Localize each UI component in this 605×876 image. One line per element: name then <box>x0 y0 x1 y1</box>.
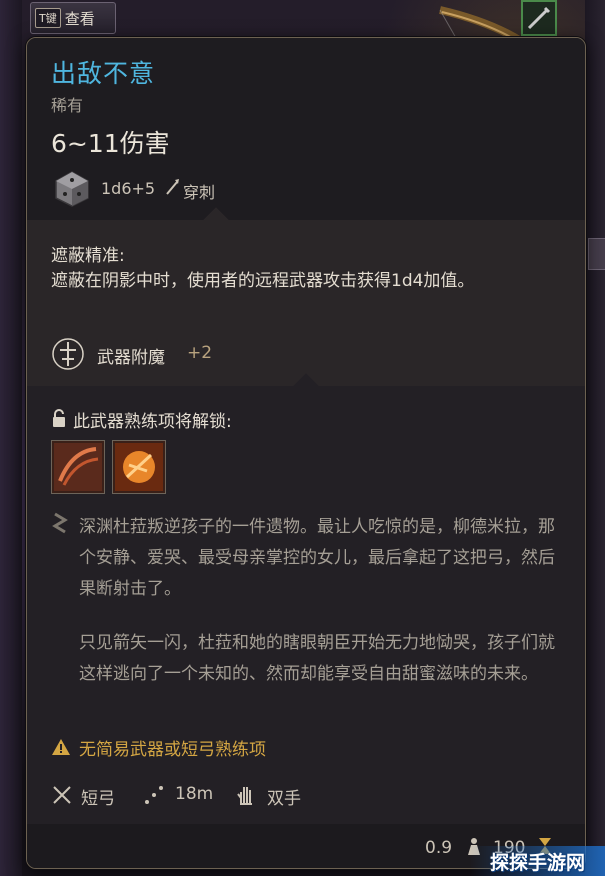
ability-description: 遮蔽在阴影中时，使用者的远程武器攻击获得1d4加值。 <box>51 271 475 291</box>
weapon-action-slot[interactable] <box>112 440 166 494</box>
damage-dice: 1d6+5 <box>101 179 156 198</box>
quote-icon <box>52 512 68 534</box>
weapon-action-slot[interactable] <box>51 440 105 494</box>
weapon-handedness: 双手 <box>267 789 301 809</box>
equipment-slot[interactable] <box>521 0 557 36</box>
item-name: 出敌不意 <box>51 59 156 88</box>
hand-icon <box>237 787 252 805</box>
inspect-label: 查看 <box>64 9 95 28</box>
pierce-icon <box>166 179 179 195</box>
site-watermark: 探探手游网 <box>470 846 605 876</box>
enchantment-value: +2 <box>187 343 213 363</box>
item-weight: 0.9 <box>425 838 453 858</box>
weapon-action-icon <box>54 443 102 491</box>
enchantment-icon <box>52 338 84 370</box>
damage-type: 穿刺 <box>183 183 216 202</box>
lock-icon <box>53 409 65 427</box>
range-icon <box>145 786 163 804</box>
proficiency-warning: 无简易武器或短弓熟练项 <box>79 740 266 760</box>
enchantment-label: 武器附魔 <box>97 348 165 368</box>
item-tooltip: 出敌不意 稀有 6~11伤害 1d6+5 穿刺 遮蔽精准: 遮蔽在阴影中时，使用… <box>26 37 586 869</box>
item-damage: 6~11伤害 <box>51 129 170 158</box>
weapon-range: 18m <box>175 784 214 804</box>
hotkey-badge: T键 <box>35 8 61 28</box>
crossed-swords-icon <box>53 786 71 804</box>
warning-icon <box>52 739 70 755</box>
weapon-type: 短弓 <box>81 789 115 809</box>
lore-paragraph: 深渊杜菈叛逆孩子的一件遗物。最让人吃惊的是，柳德米拉，那个安静、爱哭、最受母亲掌… <box>79 517 555 599</box>
ability-title: 遮蔽精准: <box>51 246 125 266</box>
proficiency-unlock-label: 此武器熟练项将解锁: <box>73 412 232 432</box>
item-rarity: 稀有 <box>51 96 84 115</box>
dice-icon <box>55 171 89 207</box>
sword-icon <box>527 6 551 30</box>
side-scroll-button[interactable] <box>588 238 605 270</box>
weapon-action-icon <box>115 443 163 491</box>
inspect-button[interactable]: T键 查看 <box>30 2 116 34</box>
lore-paragraph: 只见箭矢一闪，杜菈和她的瞎眼朝臣开始无力地恸哭，孩子们就这样逃向了一个未知的、然… <box>79 633 555 684</box>
inventory-frame-left <box>0 0 22 876</box>
